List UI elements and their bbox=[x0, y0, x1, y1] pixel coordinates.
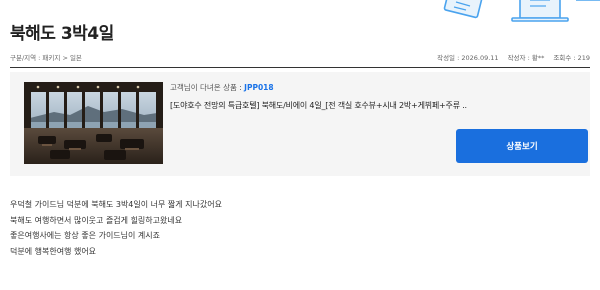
page-title: 북해도 3박4일 bbox=[10, 24, 114, 44]
author: 작성자 : 황** bbox=[507, 54, 545, 62]
review-line: 우덕철 가이드님 덕분에 북해도 3박4일이 너무 짧게 지나갔어요 bbox=[10, 200, 222, 209]
product-card: 고객님이 다녀온 상품 : JPP018 [도야호수 전망의 특급호텔] 북해도… bbox=[10, 72, 590, 176]
product-code-line: 고객님이 다녀온 상품 : JPP018 bbox=[170, 82, 274, 93]
review-body: 우덕철 가이드님 덕분에 북해도 3박4일이 너무 짧게 지나갔어요 북해도 여… bbox=[10, 197, 222, 259]
post-info: 작성일 : 2026.09.11 작성자 : 황** 조회수 : 219 bbox=[437, 52, 590, 62]
product-title[interactable]: [도야호수 전망의 특급호텔] 북해도/비에이 4일_[전 객실 호수뷰+시내 … bbox=[170, 100, 467, 111]
breadcrumb: 구분/지역 : 패키지 > 일본 bbox=[10, 54, 82, 62]
created-date: 작성일 : 2026.09.11 bbox=[437, 54, 499, 62]
review-line: 북해도 여행하면서 많이웃고 즐겁게 힐링하고왔네요 bbox=[10, 215, 183, 225]
review-line: 덕분에 행복한여행 했어요 bbox=[10, 246, 97, 256]
view-count: 조회수 : 219 bbox=[553, 54, 590, 62]
review-line: 좋은여행사에는 항상 좋은 가이드님이 계시죠 bbox=[10, 231, 161, 240]
travel-illustration-icon bbox=[400, 0, 600, 24]
view-product-button[interactable]: 상품보기 bbox=[456, 129, 588, 163]
product-code[interactable]: JPP018 bbox=[244, 83, 273, 92]
product-code-prefix: 고객님이 다녀온 상품 : bbox=[170, 83, 245, 92]
header-divider bbox=[10, 67, 590, 68]
post-meta: 구분/지역 : 패키지 > 일본 작성일 : 2026.09.11 작성자 : … bbox=[10, 52, 590, 64]
hotel-lounge-lake-view-photo[interactable] bbox=[24, 82, 163, 164]
